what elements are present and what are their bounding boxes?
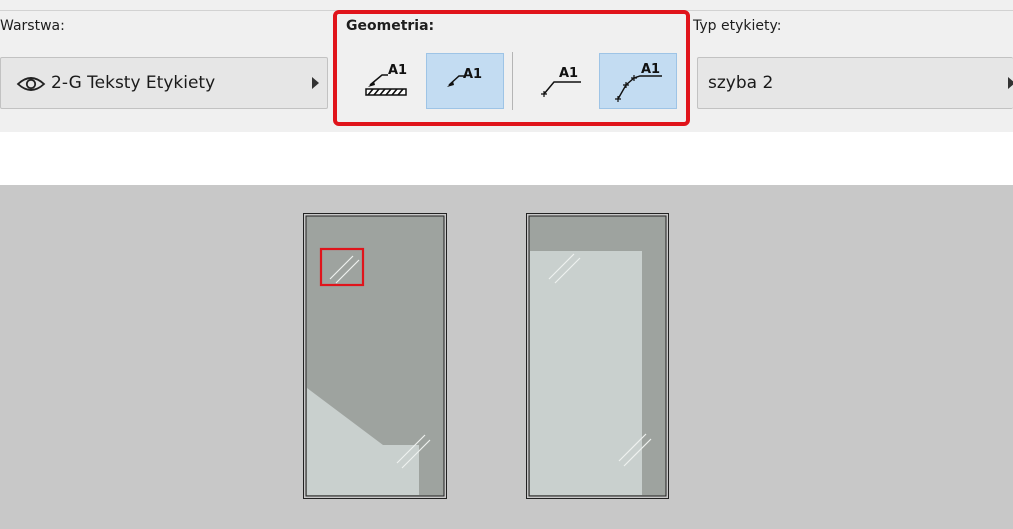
label-type-value: szyba 2 bbox=[708, 73, 774, 93]
layer-value: 2-G Teksty Etykiety bbox=[51, 73, 216, 93]
label-type-label: Typ etykiety: bbox=[693, 18, 782, 34]
geometry-highlight-frame bbox=[333, 10, 690, 126]
layer-label: Warstwa: bbox=[0, 18, 65, 34]
window-left[interactable] bbox=[303, 213, 448, 501]
layer-arrow-icon[interactable] bbox=[312, 77, 319, 89]
label-type-selector[interactable]: szyba 2 bbox=[697, 57, 1013, 109]
eye-icon[interactable] bbox=[16, 73, 46, 95]
label-type-arrow-icon[interactable] bbox=[1008, 77, 1013, 89]
drawing-canvas[interactable] bbox=[0, 185, 1013, 529]
layer-selector[interactable]: 2-G Teksty Etykiety bbox=[0, 57, 328, 109]
label-settings-toolbar: Warstwa: 2-G Teksty Etykiety Geometria: … bbox=[0, 0, 1013, 132]
window-right[interactable] bbox=[526, 213, 671, 501]
